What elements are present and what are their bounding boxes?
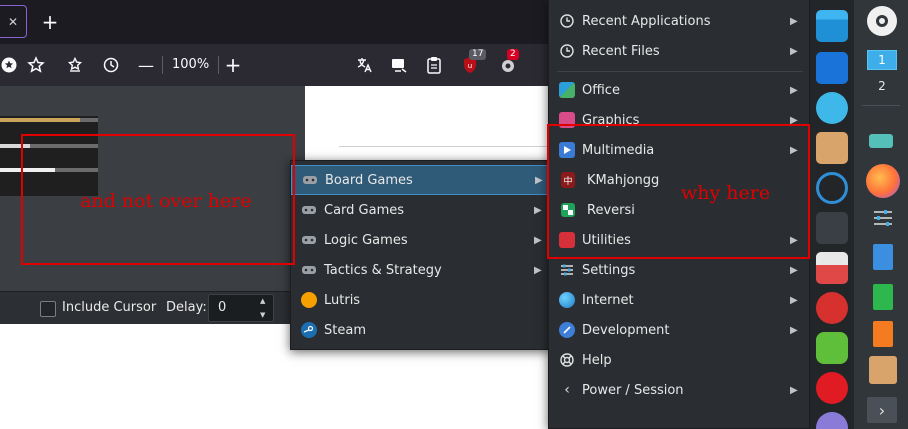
games-submenu: Board Games ▶ Card Games ▶ Logic Games ▶… <box>290 160 552 350</box>
logic-games-icon <box>301 232 317 248</box>
menu-item-internet[interactable]: Internet ▶ <box>549 285 809 315</box>
submenu-arrow-icon: ▶ <box>534 264 542 276</box>
menu-item-power-session[interactable]: ‹ Power / Session ▶ <box>549 375 809 405</box>
clipboard-icon[interactable] <box>422 44 446 86</box>
gamepad-icon[interactable] <box>816 92 848 124</box>
menu-item-logic-games[interactable]: Logic Games ▶ <box>291 225 551 255</box>
privacy-badger-icon[interactable]: 2 <box>496 44 520 86</box>
package-icon[interactable] <box>816 132 848 164</box>
submenu-arrow-icon: ▶ <box>790 294 798 306</box>
menu-separator <box>557 71 803 72</box>
spin-up-icon[interactable]: ▲ <box>260 297 265 305</box>
zoom-in-button[interactable]: + <box>222 44 244 86</box>
pocket-star-icon[interactable] <box>63 44 87 86</box>
folder-icon[interactable] <box>816 10 848 42</box>
internet-icon <box>559 292 575 308</box>
menu-item-card-games[interactable]: Card Games ▶ <box>291 195 551 225</box>
chevron-left-icon: ‹ <box>564 382 570 398</box>
zoom-out-button[interactable]: — <box>136 44 156 86</box>
development-icon <box>559 322 575 338</box>
impress-presentation-icon[interactable] <box>873 321 893 347</box>
translate-icon[interactable] <box>352 44 376 86</box>
delay-label: Delay: <box>166 300 207 315</box>
board-games-icon <box>302 172 318 188</box>
submenu-arrow-icon: ▶ <box>535 174 543 186</box>
app-icon[interactable] <box>816 412 848 429</box>
menu-item-recent-applications[interactable]: Recent Applications ▶ <box>549 6 809 36</box>
virtual-desktop-1[interactable]: 1 <box>867 50 897 70</box>
steam-icon <box>301 322 317 338</box>
submenu-arrow-icon: ▶ <box>790 84 798 96</box>
extension-badge-count: 17 <box>469 49 487 60</box>
new-tab-button[interactable]: + <box>38 8 62 36</box>
utilities-box-icon[interactable] <box>816 252 848 284</box>
menu-item-recent-files[interactable]: Recent Files ▶ <box>549 36 809 66</box>
menu-item-office[interactable]: Office ▶ <box>549 75 809 105</box>
menu-item-board-games[interactable]: Board Games ▶ <box>291 165 551 195</box>
history-clock-icon[interactable] <box>99 44 123 86</box>
help-icon <box>559 352 575 368</box>
chat-icon[interactable] <box>816 332 848 364</box>
archive-package-icon[interactable] <box>869 356 897 384</box>
task-manager-icon[interactable] <box>869 134 893 148</box>
spin-down-icon[interactable]: ▼ <box>260 311 265 319</box>
plasma-panel: 1 2 › <box>854 0 908 429</box>
speed-app-icon[interactable] <box>816 372 848 404</box>
bookmark-star-icon[interactable] <box>24 44 48 86</box>
app-launcher-icon[interactable] <box>867 6 897 36</box>
submenu-arrow-icon: ▶ <box>790 45 798 57</box>
clock-icon <box>559 43 575 59</box>
firefox-icon[interactable] <box>866 164 900 198</box>
annotation-text-right: why here <box>681 182 771 204</box>
star-circle-icon[interactable] <box>0 44 18 86</box>
submenu-arrow-icon: ▶ <box>534 204 542 216</box>
chevron-right-icon[interactable]: › <box>867 397 897 423</box>
favorites-dock <box>810 0 854 429</box>
mixer-icon[interactable] <box>816 212 848 244</box>
ublock-shield-icon[interactable]: u 17 <box>458 44 487 86</box>
svg-text:u: u <box>468 62 472 70</box>
browser-tab-bar <box>0 0 550 44</box>
sync-icon[interactable] <box>816 172 848 204</box>
menu-item-lutris[interactable]: Lutris <box>291 285 551 315</box>
submenu-arrow-icon: ▶ <box>534 234 542 246</box>
writer-document-icon[interactable] <box>873 244 893 270</box>
menu-item-settings[interactable]: Settings ▶ <box>549 255 809 285</box>
zoom-level[interactable]: 100% <box>172 57 209 72</box>
card-games-icon <box>301 202 317 218</box>
include-cursor-checkbox[interactable] <box>40 301 56 317</box>
delay-value[interactable]: 0 <box>218 300 226 315</box>
toolbar-divider <box>162 56 163 74</box>
store-bag-icon[interactable] <box>816 52 848 84</box>
calc-spreadsheet-icon[interactable] <box>873 284 893 310</box>
submenu-arrow-icon: ▶ <box>790 264 798 276</box>
clock-icon <box>559 13 575 29</box>
submenu-arrow-icon: ▶ <box>790 15 798 27</box>
menu-item-development[interactable]: Development ▶ <box>549 315 809 345</box>
browser-toolbar: — 100% + u 17 2 <box>0 44 550 86</box>
menu-item-steam[interactable]: Steam <box>291 315 551 345</box>
e-app-icon[interactable] <box>816 292 848 324</box>
toolbar-divider <box>218 56 219 74</box>
tab-close-button[interactable]: ✕ <box>0 5 27 38</box>
lutris-icon <box>301 292 317 308</box>
mixer-settings-icon[interactable] <box>872 207 894 229</box>
virtual-desktop-2[interactable]: 2 <box>867 76 897 96</box>
menu-item-help[interactable]: Help <box>549 345 809 375</box>
submenu-arrow-icon: ▶ <box>790 324 798 336</box>
settings-icon <box>559 262 575 278</box>
annotation-text-left: and not over here <box>80 190 252 212</box>
office-icon <box>559 82 575 98</box>
include-cursor-label: Include Cursor <box>62 300 157 315</box>
tactics-icon <box>301 262 317 278</box>
screenshot-extension-icon[interactable] <box>387 44 411 86</box>
menu-item-tactics-strategy[interactable]: Tactics & Strategy ▶ <box>291 255 551 285</box>
submenu-arrow-icon: ▶ <box>790 384 798 396</box>
annotation-box-right <box>547 124 810 259</box>
extension-badge-count: 2 <box>507 49 519 60</box>
